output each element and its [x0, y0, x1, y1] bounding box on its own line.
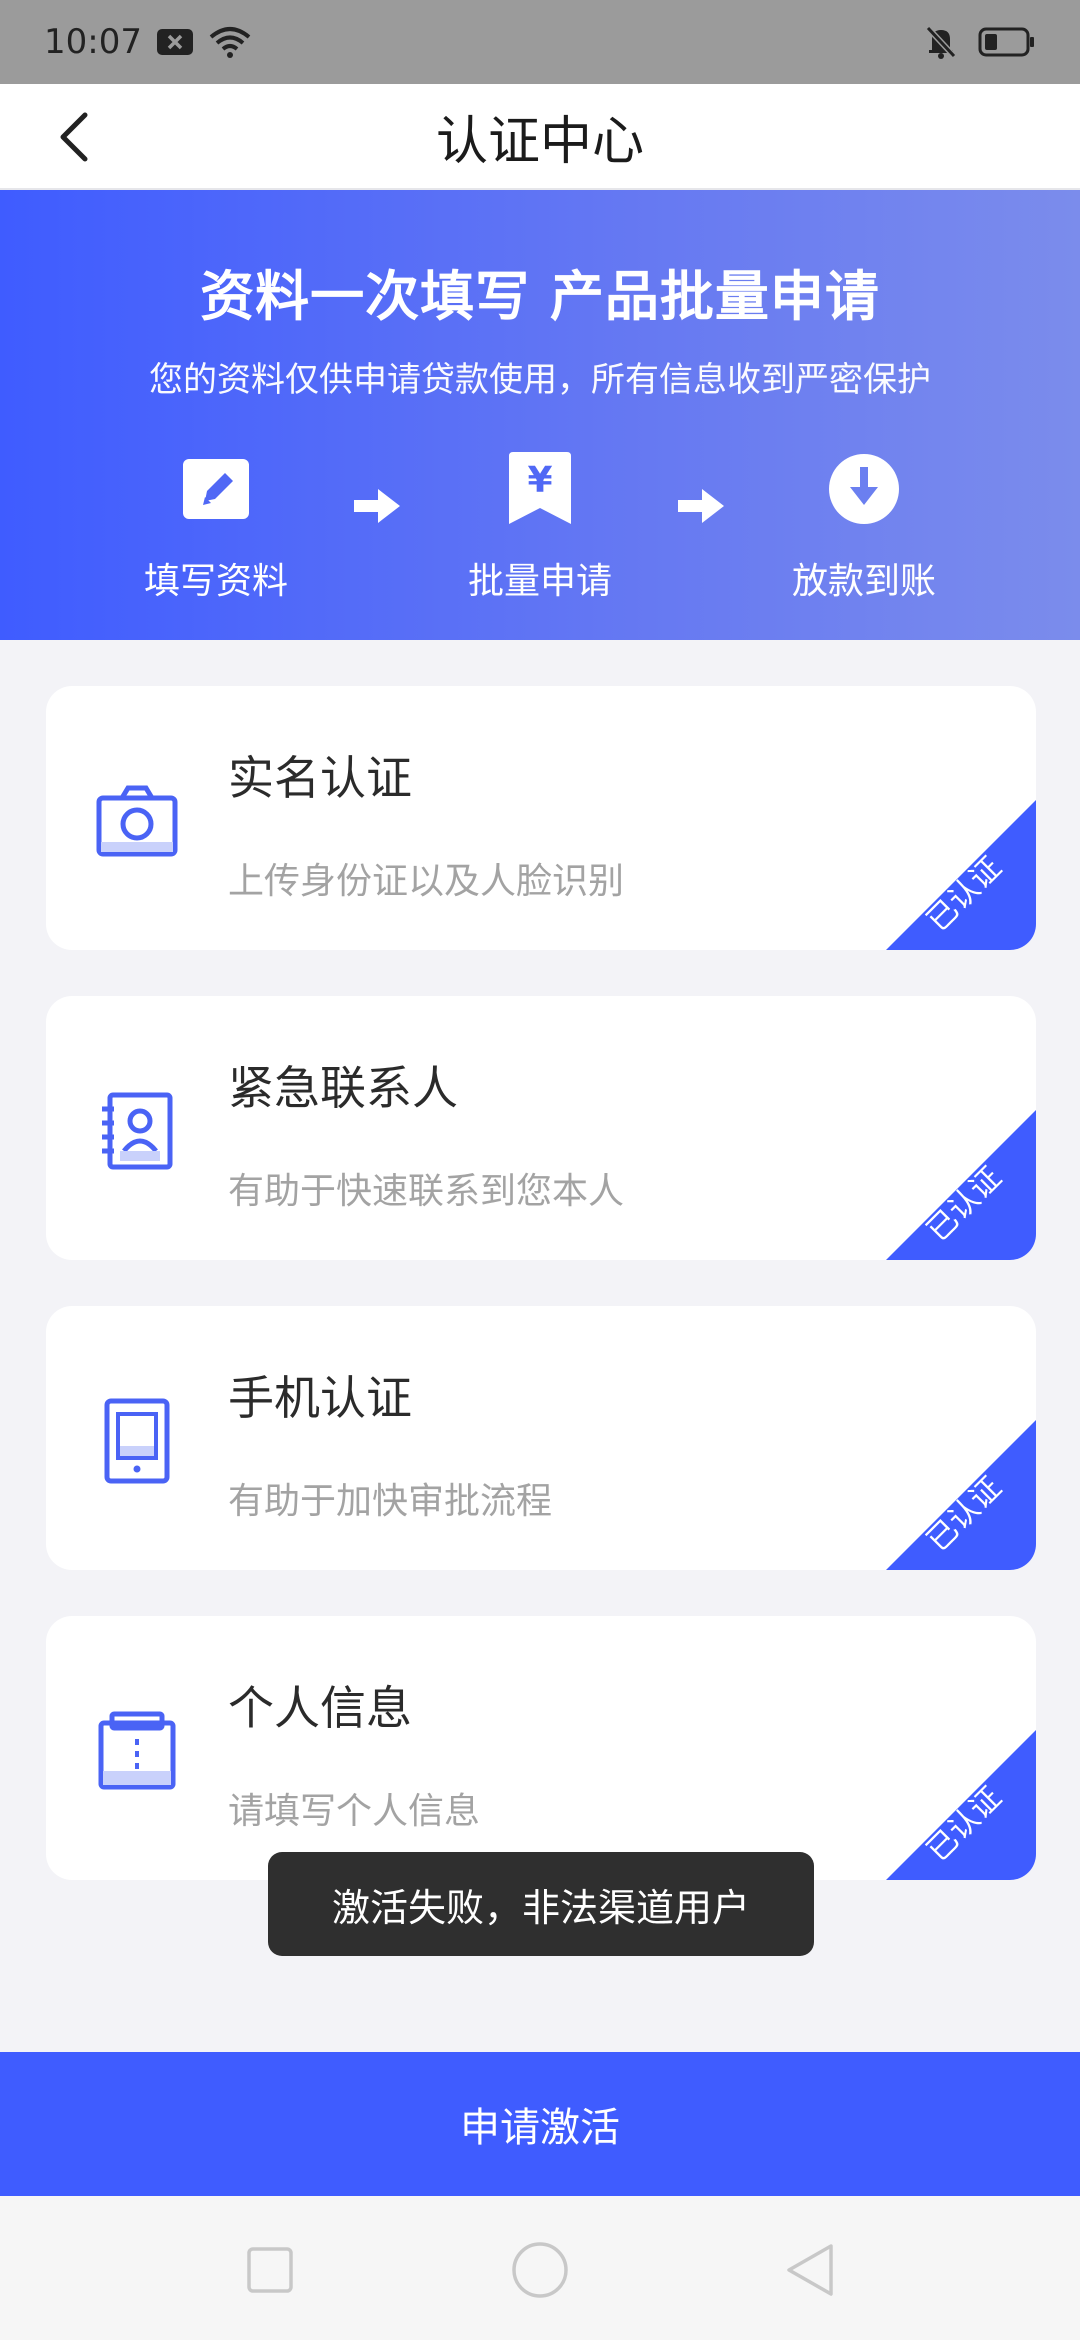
card-title: 紧急联系人	[228, 1061, 458, 1115]
triangle-back-icon	[787, 2244, 833, 2296]
banner-title: 资料一次填写 产品批量申请	[200, 265, 880, 328]
chevron-left-icon	[60, 112, 88, 162]
page-title: 认证中心	[435, 111, 644, 172]
card-emergency-contact[interactable]: 紧急联系人 有助于快速联系到您本人 已认证	[46, 996, 1036, 1260]
home-button[interactable]	[510, 2240, 570, 2300]
edit-icon	[96, 448, 336, 530]
camera-icon	[92, 776, 182, 866]
status-badge: 已认证	[886, 1420, 1036, 1570]
arrow-right-icon	[676, 486, 726, 530]
step-label: 批量申请	[467, 561, 612, 602]
step-fill-info: 填写资料	[96, 448, 336, 604]
card-title: 实名认证	[228, 751, 412, 805]
svg-text:¥: ¥	[527, 460, 552, 501]
status-badge: 已认证	[886, 800, 1036, 950]
card-desc: 有助于加快审批流程	[228, 1481, 553, 1522]
banner-subtitle: 您的资料仅供申请贷款使用，所有信息收到严密保护	[149, 360, 931, 400]
card-desc: 请填写个人信息	[228, 1791, 481, 1832]
back-nav-button[interactable]	[780, 2240, 840, 2300]
system-nav-bar	[0, 2196, 1080, 2340]
card-real-name-auth[interactable]: 实名认证 上传身份证以及人脸识别 已认证	[46, 686, 1036, 950]
toast-message: 激活失败，非法渠道用户	[268, 1852, 814, 1956]
card-title: 手机认证	[228, 1371, 412, 1425]
yen-bookmark-icon: ¥	[420, 448, 660, 530]
process-steps: 填写资料 ¥ 批量申请 放款到账	[0, 448, 1080, 602]
status-badge: 已认证	[886, 1730, 1036, 1880]
hero-banner: 资料一次填写 产品批量申请 您的资料仅供申请贷款使用，所有信息收到严密保护 填写…	[0, 190, 1080, 640]
contact-book-icon	[92, 1086, 182, 1176]
status-time: 10:07	[44, 22, 142, 62]
battery-icon	[978, 26, 1036, 58]
recent-apps-button[interactable]	[240, 2240, 300, 2300]
status-badge: 已认证	[886, 1110, 1036, 1260]
apply-activate-button[interactable]: 申请激活	[0, 2052, 1080, 2196]
id-card-icon	[92, 1706, 182, 1796]
step-batch-apply: ¥ 批量申请	[420, 448, 660, 604]
status-bar: 10:07	[0, 0, 1080, 84]
circle-icon	[512, 2242, 568, 2298]
status-left: 10:07	[44, 22, 252, 62]
step-label: 放款到账	[791, 561, 936, 602]
arrow-right-icon	[352, 486, 402, 530]
step-loan-received: 放款到账	[744, 448, 984, 604]
mute-bell-icon	[924, 24, 958, 60]
notification-icon	[156, 27, 194, 57]
wifi-icon	[208, 25, 252, 59]
back-button[interactable]	[40, 96, 110, 178]
nav-bar: 认证中心	[0, 84, 1080, 190]
card-desc: 上传身份证以及人脸识别	[228, 861, 625, 902]
card-title: 个人信息	[228, 1681, 412, 1735]
card-personal-info[interactable]: 个人信息 请填写个人信息 已认证	[46, 1616, 1036, 1880]
download-icon	[744, 448, 984, 530]
card-desc: 有助于快速联系到您本人	[228, 1171, 625, 1212]
step-label: 填写资料	[143, 561, 288, 602]
phone-icon	[92, 1396, 182, 1486]
status-right	[924, 24, 1036, 60]
card-phone-auth[interactable]: 手机认证 有助于加快审批流程 已认证	[46, 1306, 1036, 1570]
square-icon	[247, 2247, 293, 2293]
